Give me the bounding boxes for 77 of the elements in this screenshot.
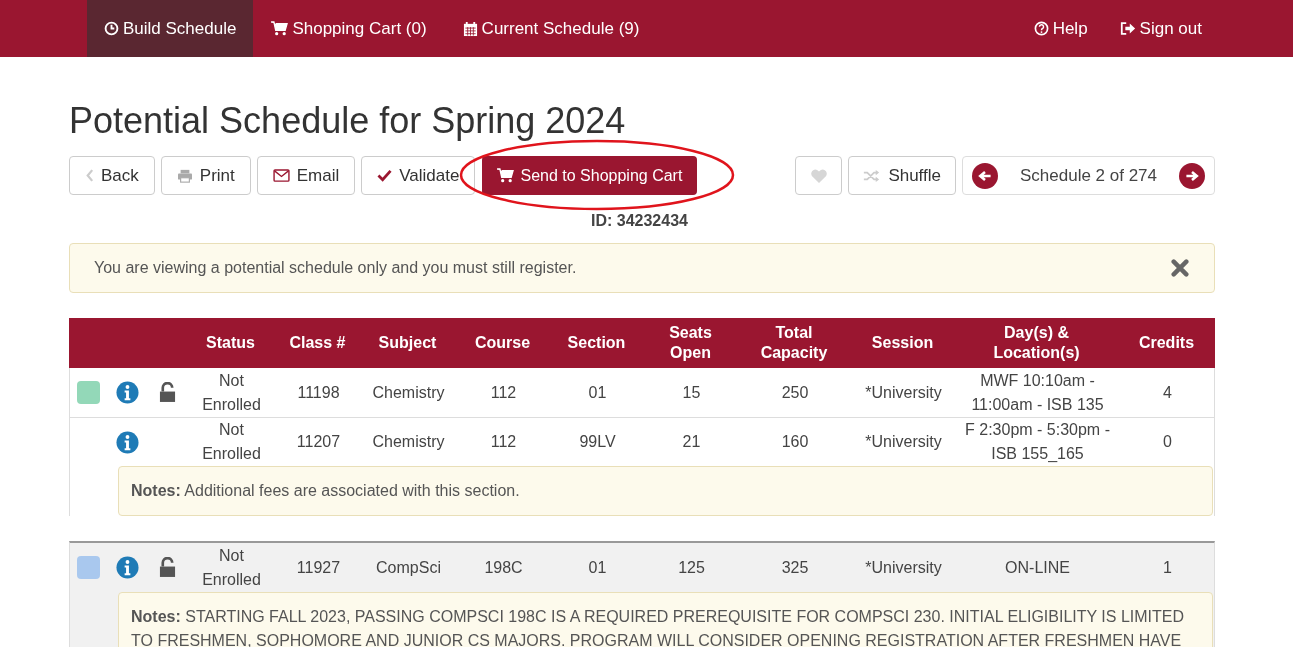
column-header: Subject — [377, 333, 438, 353]
cart-icon — [497, 168, 515, 183]
table-cell-text: CompSci — [375, 557, 442, 578]
table-cell-text: 15 — [681, 382, 702, 403]
calendar-icon — [462, 20, 478, 37]
table-cell-text: *University — [864, 557, 943, 578]
table-cell-text: *University — [864, 432, 943, 452]
envelope-icon — [272, 169, 290, 182]
notes-text: Notes: Additional fees are associated with this section. — [131, 482, 520, 499]
table-cell-text: 11207 — [295, 432, 342, 452]
table-cell-text: *University — [864, 382, 943, 403]
checkmark-icon — [377, 169, 393, 182]
table-cell-text: 11198 — [296, 382, 341, 403]
alert-text: You are viewing a potential schedule only and you must still register. — [94, 258, 577, 278]
column-header: Section — [566, 333, 627, 353]
nav-tab[interactable]: Build Schedule — [87, 0, 254, 57]
column-header: Status — [205, 333, 256, 353]
table-cell-text: 112 — [489, 432, 518, 452]
info-icon[interactable] — [115, 381, 139, 404]
table-cell-text: Not Enrolled — [201, 420, 262, 464]
table-cell-text: 325 — [780, 557, 810, 578]
unlocked-padlock-icon[interactable] — [158, 382, 176, 403]
table-cell-text: 250 — [780, 382, 810, 403]
close-button[interactable] — [1170, 258, 1190, 278]
nav-link[interactable]: Help — [1017, 0, 1104, 57]
toolbar-button[interactable]: Validate — [361, 156, 476, 195]
toolbar-button[interactable]: Email — [256, 156, 356, 195]
table-cell-text: Not Enrolled — [201, 370, 262, 415]
arrow-left-icon — [977, 169, 993, 182]
table-cell-text: 21 — [681, 432, 702, 452]
previous-button[interactable] — [972, 162, 998, 189]
table-cell-text: 125 — [677, 557, 706, 578]
table-cell-text: MWF 10:10am - 11:00am - ISB 135 — [970, 370, 1105, 415]
column-header: Total Capacity — [759, 323, 829, 363]
toolbar-button[interactable]: Back — [69, 156, 155, 195]
table-cell-text: Chemistry — [371, 382, 446, 403]
table-cell-text: 198C — [483, 557, 524, 578]
table-cell-text: 11927 — [295, 557, 342, 578]
column-header: Session — [870, 333, 935, 353]
unlocked-padlock-icon[interactable] — [158, 557, 176, 578]
toolbar-button[interactable]: Print — [160, 156, 251, 195]
info-icon[interactable] — [115, 556, 139, 579]
table-cell-text: Not Enrolled — [201, 545, 262, 590]
nav-link[interactable]: Sign out — [1103, 0, 1218, 57]
table-cell-text: F 2:30pm - 5:30pm - ISB 155_165 — [964, 420, 1111, 464]
column-header: Day(s) & Location(s) — [992, 323, 1081, 363]
clock-icon — [104, 21, 119, 36]
table-cell-text: 1 — [1162, 557, 1173, 578]
sign-out-icon — [1119, 21, 1136, 36]
table-cell-text: 112 — [489, 382, 518, 403]
next-button[interactable] — [1179, 162, 1205, 189]
printer-icon — [176, 168, 193, 183]
nav-tab[interactable]: Current Schedule (9) — [444, 0, 658, 57]
table-cell-text: 01 — [587, 557, 608, 578]
table-cell-text: 0 — [1162, 432, 1173, 452]
table-cell-text: 4 — [1162, 382, 1173, 403]
toolbar-button[interactable]: Send to Shopping Cart — [482, 156, 698, 195]
shuffle-icon — [863, 169, 881, 182]
schedule-id: ID: 34232434 — [591, 211, 688, 231]
help-icon — [1033, 21, 1049, 36]
info-icon[interactable] — [115, 430, 139, 454]
table-cell-text: 99LV — [578, 432, 617, 452]
column-header: Course — [473, 333, 532, 353]
column-header: Seats Open — [668, 323, 713, 363]
chevron-left-icon — [85, 168, 94, 183]
column-header: Class # — [288, 333, 347, 353]
shuffle-button[interactable]: Shuffle — [848, 156, 956, 195]
table-cell-text: 160 — [780, 432, 810, 452]
table-cell-text: Chemistry — [371, 432, 446, 452]
column-header: Credits — [1137, 333, 1196, 353]
table-cell-text: ON-LINE — [1004, 557, 1071, 578]
pager-label: Schedule 2 of 274 — [1019, 164, 1158, 187]
page-title: Potential Schedule for Spring 2024 — [69, 103, 627, 143]
cart-icon — [271, 21, 289, 36]
arrow-right-icon — [1184, 169, 1200, 182]
table-cell-text: 01 — [587, 382, 608, 403]
nav-tab[interactable]: Shopping Cart (0) — [253, 0, 445, 57]
